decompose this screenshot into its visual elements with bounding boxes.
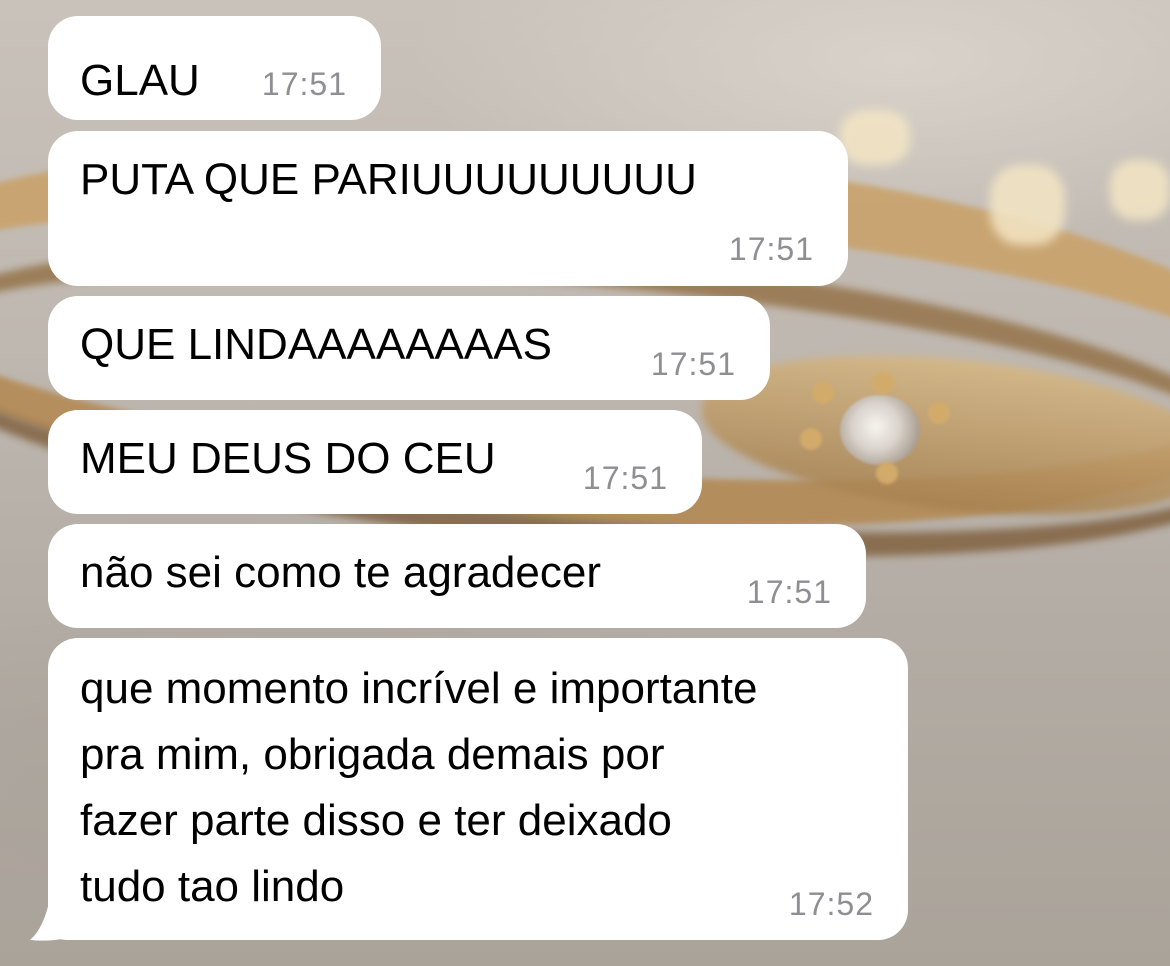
message-text: QUE LINDAAAAAAAAS: [80, 320, 552, 369]
message-timestamp: 17:52: [788, 886, 874, 922]
message-bubble[interactable]: QUE LINDAAAAAAAAS 17:51: [48, 296, 770, 400]
message-bubble[interactable]: GLAU 17:51: [48, 16, 381, 120]
message-timestamp: 17:51: [261, 66, 347, 102]
message-text-line: pra mim, obrigada demais por: [80, 730, 665, 779]
message-timestamp: 17:51: [582, 460, 668, 496]
message-bubble[interactable]: não sei como te agradecer 17:51: [48, 524, 866, 628]
message-timestamp: 17:51: [728, 231, 814, 267]
message-text-line: tudo tao lindo: [80, 862, 345, 911]
message-text-line: fazer parte disso e ter deixado: [80, 796, 672, 845]
message-text-line: que momento incrível e importante: [80, 664, 758, 713]
message-list[interactable]: GLAU 17:51 PUTA QUE PARIUUUUUUUUU 17:51 …: [0, 0, 1170, 966]
message-text: PUTA QUE PARIUUUUUUUUU: [80, 155, 697, 204]
message-timestamp: 17:51: [746, 574, 832, 610]
bubble-tail-icon: [30, 898, 68, 941]
message-bubble[interactable]: PUTA QUE PARIUUUUUUUUU 17:51: [48, 131, 848, 286]
message-text: GLAU: [80, 56, 200, 105]
message-text: não sei como te agradecer: [80, 548, 601, 597]
message-bubble[interactable]: MEU DEUS DO CEU 17:51: [48, 410, 702, 514]
message-text: MEU DEUS DO CEU: [80, 434, 496, 483]
message-timestamp: 17:51: [650, 346, 736, 382]
message-bubble[interactable]: que momento incrível e importante pra mi…: [48, 638, 908, 940]
